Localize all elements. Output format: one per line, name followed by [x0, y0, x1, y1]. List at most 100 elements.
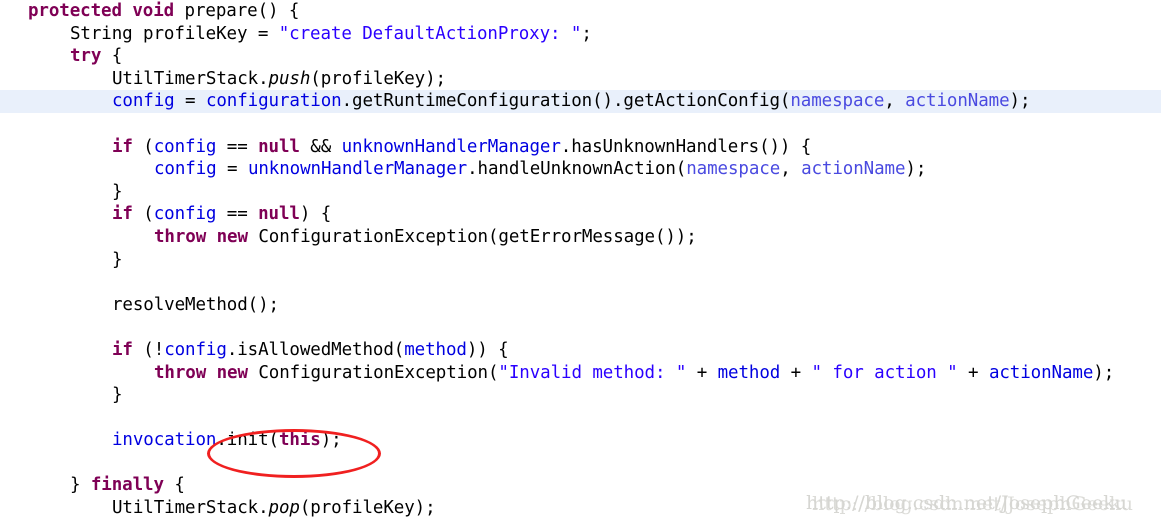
code-token: prepare() { [174, 1, 300, 21]
code-token: ConfigurationException( [247, 362, 499, 383]
code-token: ); [1093, 362, 1115, 383]
code-token: (profileKey); [299, 498, 436, 519]
code-line[interactable]: throw new ConfigurationException("Invali… [0, 362, 1161, 385]
code-token: UtilTimerStack. [112, 68, 269, 89]
code-token: unknownHandlerManager [341, 136, 561, 157]
code-token: try [70, 46, 102, 67]
code-line-content: } [0, 249, 123, 272]
code-token: config [154, 159, 217, 180]
code-token: , [884, 91, 906, 112]
code-line[interactable] [0, 452, 1161, 475]
code-line-content: if (config == null && unknownHandlerMana… [0, 136, 811, 159]
code-token: invocation [112, 430, 217, 451]
code-token: method [717, 362, 781, 383]
code-line[interactable]: if (!config.isAllowedMethod(method)) { [0, 339, 1161, 362]
code-token: "Invalid method: " [498, 362, 687, 383]
code-line-content: if (!config.isAllowedMethod(method)) { [0, 339, 509, 362]
code-token: new [216, 226, 248, 247]
code-line[interactable]: } [0, 384, 1161, 407]
code-line-content: try { [0, 45, 122, 68]
code-token: ConfigurationException(getErrorMessage()… [247, 226, 697, 247]
code-line[interactable]: if (config == null) { [0, 203, 1161, 226]
code-token: { [163, 475, 185, 496]
code-token: method [404, 339, 467, 360]
code-line-content: throw new ConfigurationException("Invali… [0, 362, 1114, 385]
code-token: throw [154, 226, 207, 247]
code-line[interactable] [0, 316, 1161, 339]
code-token: "create DefaultActionProxy: " [278, 23, 582, 44]
code-line[interactable]: try { [0, 45, 1161, 68]
code-token: " for action " [811, 362, 958, 383]
code-token: .getRuntimeConfiguration().getActionConf… [341, 91, 791, 112]
code-token: resolveMethod(); [112, 294, 279, 315]
code-token: UtilTimerStack. [112, 498, 269, 519]
code-token: } [112, 181, 123, 202]
code-line-content: String profileKey = "create DefaultActio… [0, 23, 592, 46]
code-token: + [957, 362, 989, 383]
code-line[interactable] [0, 271, 1161, 294]
code-line-highlighted[interactable]: config = configuration.getRuntimeConfigu… [0, 90, 1161, 113]
code-token: + [686, 362, 718, 383]
code-token: pop [268, 498, 300, 519]
code-token: ); [320, 430, 342, 451]
code-line[interactable]: String profileKey = "create DefaultActio… [0, 23, 1161, 46]
code-line[interactable]: invocation.init(this); [0, 429, 1161, 452]
code-token: namespace [790, 91, 885, 112]
code-line[interactable]: UtilTimerStack.pop(profileKey); [0, 497, 1161, 520]
code-token: ); [905, 159, 927, 180]
code-token: if [112, 339, 133, 360]
code-token: + [780, 362, 812, 383]
code-line[interactable]: } finally { [0, 474, 1161, 497]
code-token: ( [132, 204, 154, 225]
code-line-content: invocation.init(this); [0, 429, 342, 452]
code-line[interactable]: if (config == null && unknownHandlerMana… [0, 136, 1161, 159]
code-token: .hasUnknownHandlers()) { [560, 136, 812, 157]
code-token: ; [581, 23, 592, 44]
code-token: config [153, 204, 217, 225]
code-line-content: config = unknownHandlerManager.handleUnk… [0, 158, 926, 181]
code-token: config [112, 91, 175, 112]
code-line[interactable]: protected void prepare() { [0, 0, 1161, 23]
code-token: == [216, 204, 259, 225]
code-token: ) { [299, 204, 332, 225]
code-line[interactable] [0, 113, 1161, 136]
code-editor-viewport[interactable]: protected void prepare() {String profile… [0, 0, 1161, 521]
code-line[interactable]: UtilTimerStack.push(profileKey); [0, 68, 1161, 91]
code-token: { [101, 46, 123, 67]
code-token: unknownHandlerManager [247, 159, 468, 180]
code-token: = [216, 159, 248, 180]
code-line-content: throw new ConfigurationException(getErro… [0, 226, 697, 249]
code-token: config [153, 136, 217, 157]
code-token: push [268, 68, 311, 89]
code-line-content: UtilTimerStack.pop(profileKey); [0, 497, 436, 520]
code-token: config [164, 339, 227, 360]
code-line[interactable] [0, 407, 1161, 430]
code-token: null [258, 204, 300, 225]
code-token: && [299, 136, 342, 157]
code-token: null [258, 136, 300, 157]
code-token: } [112, 249, 123, 270]
code-token: new [216, 362, 248, 383]
code-token: } [70, 475, 91, 496]
code-line-content: if (config == null) { [0, 203, 331, 226]
code-line-content: resolveMethod(); [0, 294, 279, 317]
code-line[interactable]: resolveMethod(); [0, 294, 1161, 317]
code-line-content: UtilTimerStack.push(profileKey); [0, 68, 446, 91]
code-line[interactable]: throw new ConfigurationException(getErro… [0, 226, 1161, 249]
code-line[interactable]: } [0, 249, 1161, 272]
code-token: actionName [801, 159, 906, 180]
code-token: (! [132, 339, 165, 360]
code-token: void [132, 1, 175, 21]
code-line[interactable]: config = unknownHandlerManager.handleUnk… [0, 158, 1161, 181]
code-token: throw [154, 362, 207, 383]
code-line[interactable]: } [0, 181, 1161, 204]
code-token: ); [1009, 91, 1031, 112]
code-line-content: } finally { [0, 474, 185, 497]
code-token: actionName [988, 362, 1094, 383]
code-token: } [112, 385, 123, 406]
code-token: if [112, 204, 133, 225]
code-token: , [780, 159, 802, 180]
